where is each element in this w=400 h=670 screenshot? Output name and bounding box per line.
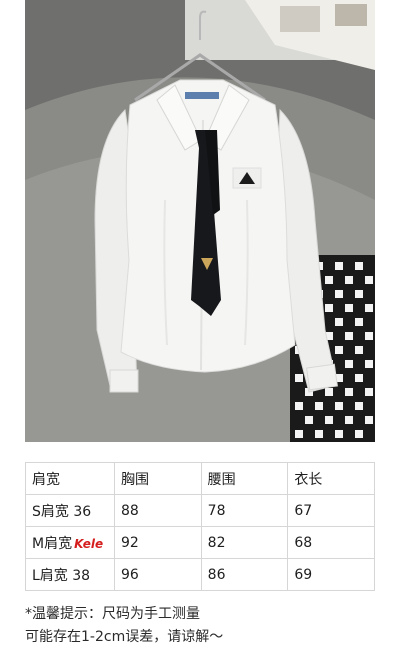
size-cell: L肩宽 38 bbox=[25, 558, 115, 591]
error-note: 可能存在1-2cm误差，请谅解～ bbox=[25, 629, 224, 645]
header-length: 衣长 bbox=[287, 462, 375, 495]
length-cell: 67 bbox=[287, 494, 375, 527]
header-shoulder: 肩宽 bbox=[25, 462, 115, 495]
length-cell: 69 bbox=[287, 558, 375, 591]
chest-cell: 92 bbox=[114, 526, 202, 559]
length-cell: 68 bbox=[287, 526, 375, 559]
chest-cell: 88 bbox=[114, 494, 202, 527]
watermark-text: Kele bbox=[74, 536, 104, 551]
table-row: M肩宽 Kele 92 82 68 bbox=[25, 526, 375, 559]
header-waist: 腰围 bbox=[200, 462, 289, 495]
table-row: L肩宽 38 96 86 69 bbox=[25, 558, 375, 591]
table-header-row: 肩宽 胸围 腰围 衣长 bbox=[25, 462, 375, 495]
waist-cell: 78 bbox=[200, 494, 289, 527]
waist-cell: 86 bbox=[200, 558, 289, 591]
product-photo bbox=[25, 0, 375, 442]
waist-cell: 82 bbox=[200, 526, 289, 559]
chest-cell: 96 bbox=[114, 558, 202, 591]
size-label: M肩宽 bbox=[32, 535, 73, 552]
size-cell: S肩宽 36 bbox=[25, 494, 115, 527]
header-chest: 胸围 bbox=[114, 462, 202, 495]
table-row: S肩宽 36 88 78 67 bbox=[25, 494, 375, 527]
size-chart-table: 肩宽 胸围 腰围 衣长 S肩宽 36 88 78 67 M肩宽 Kele 92 8… bbox=[25, 462, 375, 591]
shirt-illustration bbox=[25, 0, 375, 442]
measurement-note: *温馨提示：尺码为手工测量 bbox=[25, 606, 200, 622]
size-cell: M肩宽 Kele bbox=[25, 526, 115, 559]
